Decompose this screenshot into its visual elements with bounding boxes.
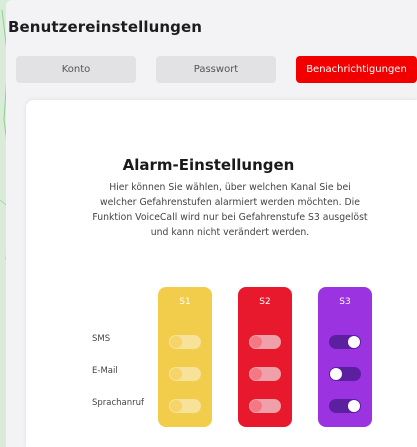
tab-passwort[interactable]: Passwort (156, 56, 276, 83)
toggle-knob (250, 400, 262, 412)
toggle-s2-sms[interactable] (249, 335, 281, 349)
toggle-knob (348, 336, 360, 348)
toggle-s3-sms[interactable] (329, 335, 361, 349)
toggle-s3-email[interactable] (329, 367, 361, 381)
toggle-s3-sprachanruf[interactable] (329, 399, 361, 413)
toggle-s1-email[interactable] (169, 367, 201, 381)
toggle-s1-sms[interactable] (169, 335, 201, 349)
level-column-s2: S2 (238, 287, 292, 427)
toggle-knob (348, 400, 360, 412)
toggle-knob (330, 368, 342, 380)
alarm-settings-description: Hier können Sie wählen, über welchen Kan… (92, 182, 368, 238)
toggle-knob (250, 368, 262, 380)
page-title: Benutzereinstellungen (8, 18, 203, 36)
row-label-email: E-Mail (92, 366, 118, 376)
row-label-sprachanruf: Sprachanruf (92, 398, 145, 408)
alarm-settings-title: Alarm-Einstellungen (122, 156, 295, 174)
level-label: S2 (259, 297, 271, 307)
row-label-sms: SMS (92, 334, 111, 344)
toggle-s2-email[interactable] (249, 367, 281, 381)
toggle-s2-sprachanruf[interactable] (249, 399, 281, 413)
toggle-knob (250, 336, 262, 348)
toggle-knob (170, 400, 182, 412)
toggle-s1-sprachanruf[interactable] (169, 399, 201, 413)
level-column-s3: S3 (318, 287, 372, 427)
level-label: S3 (339, 297, 351, 307)
level-label: S1 (179, 297, 191, 307)
toggle-knob (170, 368, 182, 380)
tab-konto[interactable]: Konto (16, 56, 136, 83)
level-column-s1: S1 (158, 287, 212, 427)
tab-benachrichtigungen[interactable]: Benachrichtigungen (296, 56, 417, 83)
toggle-knob (170, 336, 182, 348)
